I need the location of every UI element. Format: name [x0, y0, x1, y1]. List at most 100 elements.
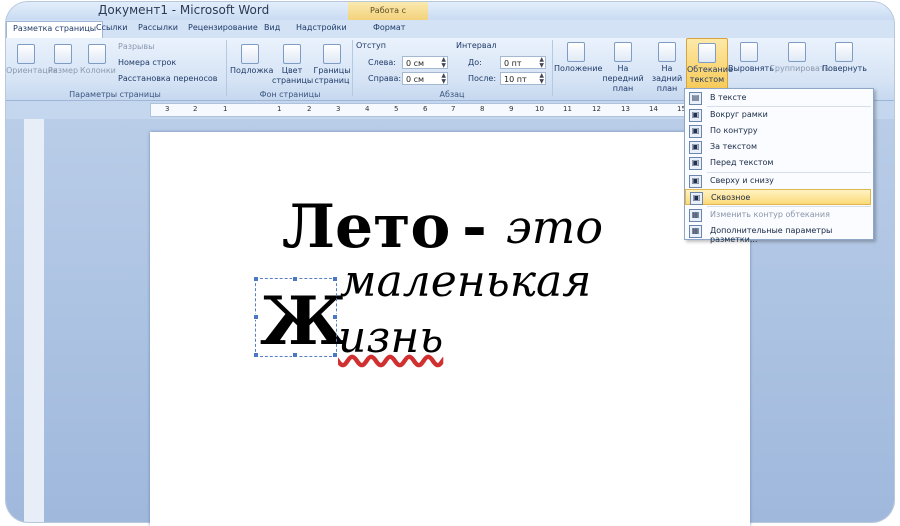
tab-mailings[interactable]: Рассылки: [138, 23, 178, 32]
wrap-menu-label: Сквозное: [711, 193, 751, 202]
paragraph-group-label: Абзац: [439, 90, 465, 99]
wrap-menu-item-inline[interactable]: ▤ В тексте: [685, 90, 871, 106]
rotate-button[interactable]: Повернуть: [822, 42, 867, 74]
rotate-label: Повернуть: [822, 64, 867, 73]
line-numbers-button[interactable]: Номера строк: [118, 58, 176, 67]
indent-heading: Отступ: [356, 41, 386, 50]
spacing-before-label: До:: [468, 58, 482, 67]
resize-handle[interactable]: [332, 352, 338, 358]
text-wrap-label-1: Обтекание: [687, 65, 733, 74]
line-zhizn: изнь: [338, 312, 444, 363]
indent-right-value: 0 см: [406, 75, 425, 84]
tab-addins[interactable]: Надстройки: [296, 23, 347, 32]
group-icon: [788, 42, 806, 62]
heading-word-eto: это: [506, 200, 604, 254]
tab-review[interactable]: Рецензирование: [188, 23, 258, 32]
wrap-menu-item-in-front[interactable]: ▣ Перед текстом: [685, 155, 871, 171]
spinner-icon[interactable]: ▲ ▼: [441, 73, 446, 85]
bring-forward-icon: [614, 42, 632, 62]
resize-handle[interactable]: [253, 352, 259, 358]
spacing-before-field[interactable]: 0 пт ▲ ▼: [500, 56, 546, 69]
ruler-tick: 2: [307, 105, 312, 113]
through-wrap-icon: ▣: [690, 192, 703, 205]
text-box-selection[interactable]: [255, 278, 337, 357]
hyphenation-button[interactable]: Расстановка переносов: [118, 74, 218, 83]
window-title: Документ1 - Microsoft Word: [98, 3, 270, 17]
orientation-button[interactable]: Ориентация: [6, 44, 58, 76]
page-borders-icon: [323, 44, 341, 64]
resize-handle[interactable]: [253, 314, 259, 320]
wrap-menu-label: Сверху и снизу: [710, 176, 774, 185]
line-malenkaya: маленькая: [340, 256, 592, 307]
title-bar: Документ1 - Microsoft Word Работа с надп…: [6, 2, 894, 33]
wrap-menu-label: По контуру: [710, 126, 758, 135]
tab-view[interactable]: Вид: [264, 23, 280, 32]
context-tab-group: Работа с надписями: [348, 2, 428, 33]
spacing-after-value: 10 пт: [504, 75, 527, 84]
spinner-icon[interactable]: ▲ ▼: [539, 73, 544, 85]
resize-handle[interactable]: [332, 314, 338, 320]
tab-page-layout[interactable]: Разметка страницы: [6, 21, 104, 38]
tab-references[interactable]: Ссылки: [96, 23, 127, 32]
behind-text-icon: ▣: [689, 141, 702, 154]
group-separator: [352, 40, 353, 96]
bring-forward-label-1: На передний: [602, 64, 644, 83]
send-backward-button[interactable]: На задний план: [646, 42, 688, 94]
align-button[interactable]: Выровнять: [728, 42, 774, 74]
text-wrap-button[interactable]: Обтекание текстом: [686, 38, 733, 92]
wrap-menu-label: В тексте: [710, 93, 747, 102]
ruler-tick: 11: [563, 105, 572, 113]
page-color-button[interactable]: Цвет страницы: [272, 44, 313, 86]
ruler-tick: 3: [336, 105, 341, 113]
left-margin-strip: [24, 119, 44, 522]
page-color-label-1: Цвет: [281, 66, 303, 75]
text-wrap-icon: [698, 43, 716, 63]
spinner-icon[interactable]: ▲ ▼: [539, 57, 544, 69]
indent-left-field[interactable]: 0 см ▲ ▼: [402, 56, 448, 69]
spacing-after-label: После:: [468, 74, 497, 83]
tight-wrap-icon: ▣: [689, 125, 702, 138]
resize-handle[interactable]: [292, 276, 298, 282]
text-wrap-menu: ▤ В тексте ▣ Вокруг рамки ▣ По контуру ▣…: [684, 88, 874, 244]
ruler-tick: 9: [509, 105, 514, 113]
size-button[interactable]: Размер: [48, 44, 78, 76]
group-button[interactable]: Группировать: [770, 42, 829, 74]
heading-word-leto: Лето: [282, 192, 451, 262]
resize-handle[interactable]: [253, 276, 259, 282]
ruler-tick: 12: [592, 105, 601, 113]
resize-handle[interactable]: [292, 352, 298, 358]
horizontal-ruler[interactable]: 3 2 1 1 2 3 4 5 6 7 8 9 10 11 12 13 14 1…: [150, 103, 692, 117]
tab-format[interactable]: Формат: [373, 23, 405, 32]
indent-right-label: Справа:: [368, 74, 402, 83]
group-label: Группировать: [770, 64, 830, 73]
spacing-after-field[interactable]: 10 пт ▲ ▼: [500, 72, 546, 85]
position-label: Положение: [554, 64, 603, 73]
bring-forward-button[interactable]: На передний план: [598, 42, 648, 94]
page-borders-button[interactable]: Границы страниц: [312, 44, 352, 86]
position-icon: [567, 42, 585, 62]
ruler-tick: 4: [365, 105, 370, 113]
orientation-icon: [17, 44, 35, 64]
wrap-menu-item-tight[interactable]: ▣ По контуру: [685, 123, 871, 139]
ruler-tick: 14: [649, 105, 658, 113]
ruler-tick: 8: [480, 105, 485, 113]
wrap-menu-item-square[interactable]: ▣ Вокруг рамки: [685, 107, 871, 123]
send-backward-label-1: На задний: [651, 64, 683, 83]
indent-left-value: 0 см: [406, 59, 425, 68]
indent-right-field[interactable]: 0 см ▲ ▼: [402, 72, 448, 85]
breaks-button[interactable]: Разрывы: [118, 42, 154, 51]
edit-wrap-points-icon: ▦: [689, 209, 702, 222]
watermark-button[interactable]: Подложка: [230, 44, 273, 76]
in-front-icon: ▣: [689, 157, 702, 170]
wrap-menu-item-through[interactable]: ▣ Сквозное: [685, 189, 871, 205]
size-icon: [54, 44, 72, 64]
ruler-tick: 6: [423, 105, 428, 113]
ruler-tick: 2: [193, 105, 198, 113]
resize-handle[interactable]: [332, 276, 338, 282]
wrap-menu-item-behind[interactable]: ▣ За текстом: [685, 139, 871, 155]
wrap-menu-item-more-options[interactable]: ▦ Дополнительные параметры разметки...: [685, 223, 871, 244]
columns-button[interactable]: Колонки: [80, 44, 116, 76]
spinner-icon[interactable]: ▲ ▼: [441, 57, 446, 69]
wrap-menu-item-top-bottom[interactable]: ▣ Сверху и снизу: [685, 173, 871, 189]
position-button[interactable]: Положение: [554, 42, 602, 74]
